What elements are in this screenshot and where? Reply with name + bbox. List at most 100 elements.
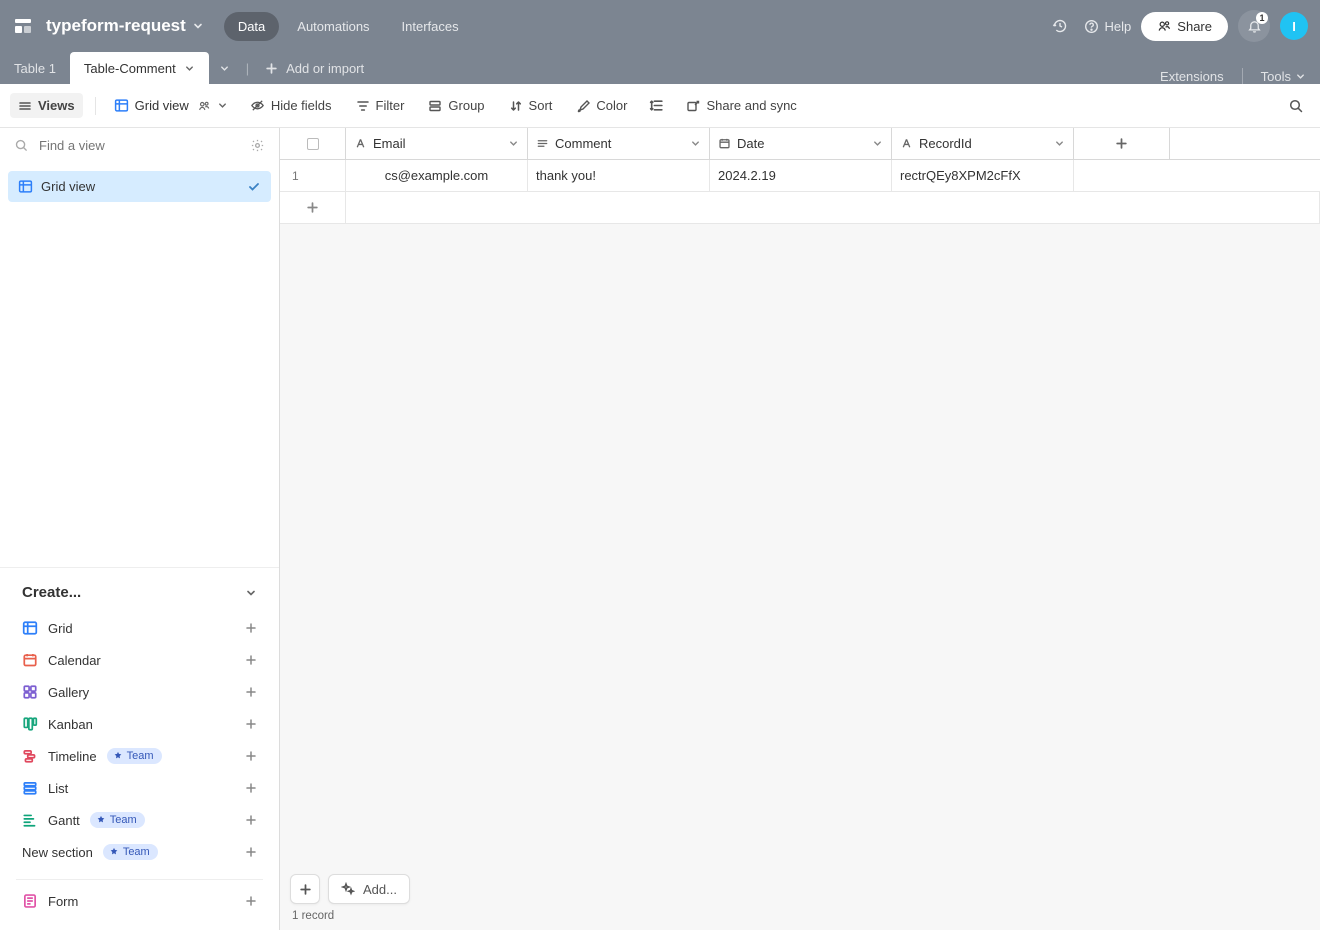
plus-icon: [245, 718, 257, 730]
share-button[interactable]: Share: [1141, 12, 1228, 41]
tab-table1[interactable]: Table 1: [0, 52, 70, 84]
team-badge: Team: [90, 812, 145, 828]
history-icon[interactable]: [1046, 12, 1074, 40]
search-button[interactable]: [1282, 92, 1310, 120]
notifications-button[interactable]: 1: [1238, 10, 1270, 42]
create-item-label: Timeline: [48, 749, 97, 764]
create-form[interactable]: Form: [16, 886, 263, 916]
create-kanban[interactable]: Kanban: [16, 709, 263, 739]
column-header-date[interactable]: Date: [710, 128, 892, 159]
nav-automations[interactable]: Automations: [283, 12, 383, 41]
create-gantt[interactable]: Gantt Team: [16, 805, 263, 835]
chevron-down-icon[interactable]: [1054, 138, 1065, 149]
record-count: 1 record: [290, 910, 1310, 922]
chevron-down-icon[interactable]: [508, 138, 519, 149]
create-label: Create...: [22, 584, 81, 601]
color-label: Color: [596, 98, 627, 113]
current-view-name[interactable]: Grid view: [108, 93, 234, 118]
add-row-button[interactable]: [280, 192, 346, 223]
add-menu-button[interactable]: Add...: [328, 874, 410, 904]
create-gallery[interactable]: Gallery: [16, 677, 263, 707]
view-item-grid[interactable]: Grid view: [8, 171, 271, 202]
check-icon: [247, 180, 261, 194]
create-calendar[interactable]: Calendar: [16, 645, 263, 675]
row-number: 1: [280, 160, 346, 191]
share-sync-button[interactable]: Share and sync: [678, 93, 804, 118]
extensions-button[interactable]: Extensions: [1160, 69, 1224, 84]
plus-icon: [245, 622, 257, 634]
chevron-down-icon[interactable]: [872, 138, 883, 149]
cell-email[interactable]: cs@example.com: [346, 160, 528, 191]
tab-separator: |: [240, 61, 255, 76]
find-view-input[interactable]: [39, 138, 240, 153]
help-label: Help: [1105, 19, 1132, 34]
sort-button[interactable]: Sort: [501, 93, 561, 118]
create-header[interactable]: Create...: [16, 580, 263, 613]
column-label: RecordId: [919, 136, 972, 151]
view-item-label: Grid view: [41, 179, 95, 194]
cell-comment[interactable]: thank you!: [528, 160, 710, 191]
plus-icon: [245, 814, 257, 826]
plus-icon: [245, 895, 257, 907]
filter-label: Filter: [376, 98, 405, 113]
chevron-down-icon: [245, 587, 257, 599]
group-button[interactable]: Group: [420, 93, 492, 118]
create-grid[interactable]: Grid: [16, 613, 263, 643]
notification-count-badge: 1: [1256, 12, 1268, 24]
date-field-icon: [718, 137, 731, 150]
column-header-comment[interactable]: Comment: [528, 128, 710, 159]
column-label: Date: [737, 136, 764, 151]
create-new-section[interactable]: New section Team: [16, 837, 263, 867]
tab-label: Table 1: [14, 61, 56, 76]
help-button[interactable]: Help: [1084, 19, 1132, 34]
create-item-label: Gantt: [48, 813, 80, 828]
team-badge: Team: [103, 844, 158, 860]
collaborator-icon: [197, 99, 211, 113]
create-timeline[interactable]: Timeline Team: [16, 741, 263, 771]
tabs-overflow-chevron-icon[interactable]: [209, 52, 240, 84]
tab-chevron-icon[interactable]: [184, 63, 195, 74]
share-label: Share: [1177, 19, 1212, 34]
tools-button[interactable]: Tools: [1261, 69, 1306, 84]
create-item-label: Grid: [48, 621, 73, 636]
app-logo-icon: [12, 15, 34, 37]
cell-recordid[interactable]: rectrQEy8XPM2cFfX: [892, 160, 1074, 191]
column-header-recordid[interactable]: RecordId: [892, 128, 1074, 159]
search-icon: [14, 138, 29, 153]
column-header-email[interactable]: Email: [346, 128, 528, 159]
select-all-checkbox[interactable]: [280, 128, 346, 159]
text-field-icon: [354, 137, 367, 150]
group-label: Group: [448, 98, 484, 113]
base-title-chevron-icon[interactable]: [192, 20, 204, 32]
add-column-button[interactable]: [1074, 128, 1170, 159]
nav-interfaces[interactable]: Interfaces: [388, 12, 473, 41]
tools-label: Tools: [1261, 69, 1291, 84]
hide-fields-label: Hide fields: [271, 98, 332, 113]
nav-data[interactable]: Data: [224, 12, 279, 41]
filter-button[interactable]: Filter: [348, 93, 413, 118]
create-list[interactable]: List: [16, 773, 263, 803]
create-item-label: Calendar: [48, 653, 101, 668]
row-height-button[interactable]: [643, 93, 670, 118]
table-row[interactable]: 1 cs@example.com thank you! 2024.2.19 re…: [280, 160, 1320, 192]
text-field-icon: [900, 137, 913, 150]
color-button[interactable]: Color: [568, 93, 635, 118]
settings-icon[interactable]: [250, 138, 265, 153]
chevron-down-icon[interactable]: [690, 138, 701, 149]
hide-fields-button[interactable]: Hide fields: [242, 93, 340, 118]
user-avatar[interactable]: I: [1280, 12, 1308, 40]
add-record-button[interactable]: [290, 874, 320, 904]
tab-label: Table-Comment: [84, 61, 176, 76]
cell-date[interactable]: 2024.2.19: [710, 160, 892, 191]
tab-table-comment[interactable]: Table-Comment: [70, 52, 209, 84]
separator: [95, 97, 96, 115]
plus-icon: [245, 782, 257, 794]
create-item-label: New section: [22, 845, 93, 860]
views-button[interactable]: Views: [10, 93, 83, 118]
base-title[interactable]: typeform-request: [46, 16, 186, 36]
chevron-down-icon[interactable]: [217, 100, 228, 111]
add-or-import-label: Add or import: [286, 61, 364, 76]
add-or-import-button[interactable]: Add or import: [255, 61, 374, 76]
create-item-label: Form: [48, 894, 78, 909]
long-text-field-icon: [536, 137, 549, 150]
